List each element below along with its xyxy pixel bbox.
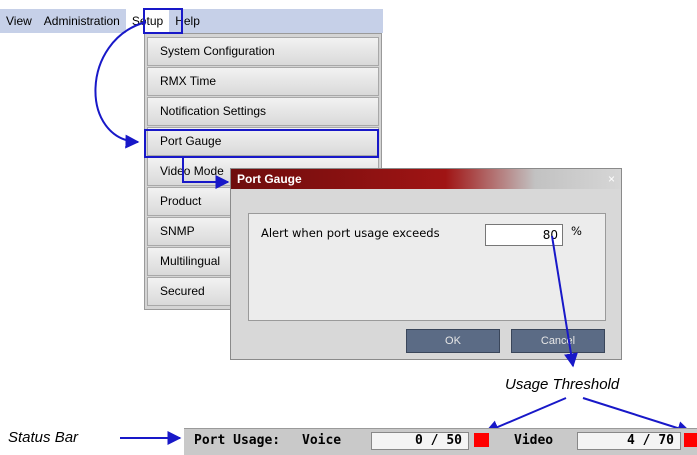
voice-label: Voice [302,433,342,448]
voice-alert-indicator [474,433,489,447]
menu-item-port-gauge[interactable]: Port Gauge [147,127,379,156]
menu-item-rmx-time[interactable]: RMX Time [147,67,379,96]
video-label: Video [514,433,554,448]
cancel-button[interactable]: Cancel [511,329,605,353]
port-gauge-dialog: Port Gauge × Alert when port usage excee… [230,168,622,360]
ok-button[interactable]: OK [406,329,500,353]
menu-setup[interactable]: Setup [125,9,170,33]
threshold-input[interactable]: 80 [485,224,563,246]
dialog-title: Port Gauge [237,172,302,186]
close-icon[interactable]: × [608,169,615,189]
dialog-panel: Alert when port usage exceeds 80 % [248,213,606,321]
status-bar: Port Usage: Voice 0 / 50 Video 4 / 70 [184,428,697,455]
menu-help[interactable]: Help [169,9,206,33]
usage-threshold-annotation: Usage Threshold [505,376,620,393]
menu-bar: View Administration Setup Help [0,9,383,33]
threshold-to-voice-alert-arrow [484,397,567,434]
status-bar-annotation: Status Bar [8,429,79,446]
dialog-title-bar: Port Gauge [231,169,621,189]
menu-item-notification-settings[interactable]: Notification Settings [147,97,379,126]
video-alert-indicator [684,433,697,447]
menu-item-system-configuration[interactable]: System Configuration [147,37,379,66]
threshold-to-video-alert-arrow [582,397,692,435]
setup-to-port-gauge-arrow [94,21,147,149]
video-usage-field: 4 / 70 [577,432,681,450]
port-usage-label: Port Usage: [194,433,281,448]
threshold-label: Alert when port usage exceeds [261,226,440,240]
percent-unit: % [571,224,582,238]
menu-administration[interactable]: Administration [38,9,126,33]
voice-usage-field: 0 / 50 [371,432,469,450]
menu-view[interactable]: View [0,9,38,33]
